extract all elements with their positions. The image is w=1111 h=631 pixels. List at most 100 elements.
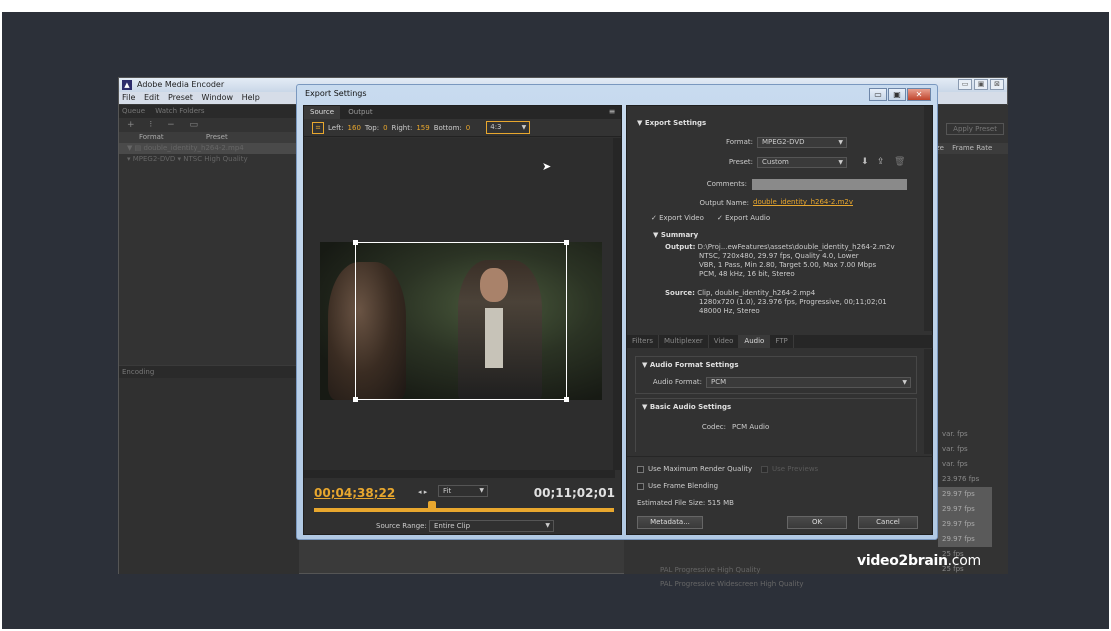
preset-select[interactable]: Custom — [757, 157, 847, 168]
format-label: Format: — [725, 138, 753, 146]
crop-box[interactable] — [353, 240, 569, 402]
menu-edit[interactable]: Edit — [144, 93, 160, 102]
list-item[interactable]: 29.97 fps — [938, 487, 992, 502]
menu-window[interactable]: Window — [201, 93, 233, 102]
aspect-ratio-select[interactable]: 4:3 — [486, 121, 531, 134]
source-range-select[interactable]: Entire Clip — [429, 520, 554, 532]
tab-output[interactable]: Output — [342, 106, 378, 119]
crop-handle[interactable] — [564, 240, 569, 245]
use-previews-checkbox[interactable]: Use Previews — [761, 465, 818, 473]
menu-help[interactable]: Help — [242, 93, 260, 102]
menu-preset[interactable]: Preset — [168, 93, 193, 102]
column-frame-rate[interactable]: Frame Rate — [952, 144, 992, 152]
tab-audio[interactable]: Audio — [739, 335, 771, 348]
tab-queue[interactable]: Queue — [122, 107, 145, 115]
list-item[interactable]: PAL Progressive High Quality — [660, 563, 803, 577]
comments-field[interactable] — [752, 179, 907, 190]
playhead-icon[interactable] — [428, 501, 436, 510]
tab-video[interactable]: Video — [709, 335, 740, 348]
tab-source[interactable]: Source — [304, 106, 341, 119]
maximize-icon[interactable]: ▣ — [888, 88, 906, 101]
summary-source-line: Clip, double_identity_h264-2.mp4 — [697, 289, 816, 297]
queue-toolbar[interactable]: + ⁝ − ▭ — [119, 118, 299, 132]
close-icon[interactable]: ✕ — [907, 88, 931, 101]
export-video-checkbox[interactable]: ✓ Export Video — [651, 214, 704, 222]
crop-left-value[interactable]: 160 — [348, 124, 361, 132]
tab-encoding[interactable]: Encoding — [119, 366, 299, 378]
watermark-suffix: .com — [947, 553, 981, 569]
crop-handle[interactable] — [564, 397, 569, 402]
export-settings-header[interactable]: ▼ Export Settings — [637, 119, 706, 127]
import-preset-icon[interactable]: ⇪ — [877, 157, 885, 167]
tab-watch-folders[interactable]: Watch Folders — [155, 107, 204, 115]
format-select[interactable]: MPEG2-DVD — [757, 137, 847, 148]
menu-file[interactable]: File — [122, 93, 135, 102]
audio-format-select[interactable]: PCM — [706, 377, 911, 388]
ok-button[interactable]: OK — [787, 516, 847, 529]
summary-output-line: NTSC, 720x480, 29.97 fps, Quality 4.0, L… — [699, 252, 859, 260]
summary-source: Source: Clip, double_identity_h264-2.mp4… — [665, 289, 887, 316]
tab-ftp[interactable]: FTP — [770, 335, 794, 348]
crop-handle[interactable] — [353, 397, 358, 402]
crop-right-value[interactable]: 159 — [416, 124, 429, 132]
output-name-label: Output Name: — [699, 199, 749, 207]
watermark-brand: video2brain — [857, 553, 948, 569]
queue-tabs: Queue Watch Folders — [119, 105, 299, 118]
cancel-button[interactable]: Cancel — [858, 516, 918, 529]
current-timecode[interactable]: 00;04;38;22 — [314, 486, 395, 500]
list-item[interactable]: PAL Progressive Widescreen High Quality — [660, 577, 803, 591]
audio-format-group: ▼ Audio Format Settings Audio Format: PC… — [635, 356, 917, 394]
vertical-scrollbar[interactable] — [613, 138, 621, 470]
list-item[interactable]: var. fps — [938, 457, 992, 472]
step-arrows-icon[interactable]: ◂ ▸ — [418, 488, 427, 496]
timeline-track[interactable] — [314, 508, 614, 512]
basic-audio-header[interactable]: ▼ Basic Audio Settings — [642, 403, 731, 411]
apply-preset-button[interactable]: Apply Preset — [946, 123, 1004, 135]
panel-menu-icon[interactable]: ≡ — [606, 107, 618, 117]
list-item[interactable]: var. fps — [938, 442, 992, 457]
encoding-panel: Encoding — [119, 366, 299, 574]
metadata-button[interactable]: Metadata... — [637, 516, 703, 529]
estimated-file-size: Estimated File Size: 515 MB — [637, 499, 734, 507]
crop-handle[interactable] — [353, 240, 358, 245]
output-name-link[interactable]: double_identity_h264-2.m2v — [753, 198, 853, 206]
delete-preset-icon[interactable]: 🗑 — [894, 157, 905, 167]
minimize-icon[interactable]: ▭ — [869, 88, 887, 101]
list-item[interactable]: 23.976 fps — [938, 472, 992, 487]
maximize-icon[interactable]: ▣ — [974, 79, 988, 90]
codec-label: Codec: — [701, 423, 726, 431]
summary-header[interactable]: ▼ Summary — [653, 231, 698, 239]
preset-columns: ize Frame Rate — [928, 143, 1008, 154]
export-audio-checkbox[interactable]: ✓ Export Audio — [717, 214, 770, 222]
crop-bottom-value[interactable]: 0 — [466, 124, 470, 132]
column-format[interactable]: Format — [139, 133, 164, 141]
crop-icon[interactable]: ⌗ — [312, 121, 324, 134]
list-item[interactable]: 29.97 fps — [938, 502, 992, 517]
close-icon[interactable]: ⊠ — [990, 79, 1004, 90]
frame-blending-checkbox[interactable]: Use Frame Blending — [637, 482, 718, 490]
summary-output-line: VBR, 1 Pass, Min 2.80, Target 5.00, Max … — [699, 261, 877, 269]
preset-names: PAL Progressive High Quality PAL Progres… — [660, 563, 803, 591]
queue-panel: Queue Watch Folders + ⁝ − ▭ Format Prese… — [119, 105, 299, 365]
audio-format-header[interactable]: ▼ Audio Format Settings — [642, 361, 739, 369]
save-preset-icon[interactable]: ⬇ — [861, 157, 869, 167]
settings-tabs: Filters Multiplexer Video Audio FTP — [627, 335, 933, 348]
crop-top-value[interactable]: 0 — [383, 124, 387, 132]
vertical-scrollbar[interactable] — [924, 349, 932, 454]
tab-multiplexer[interactable]: Multiplexer — [659, 335, 709, 348]
duration-timecode: 00;11;02;01 — [533, 486, 615, 500]
crop-toolbar: ⌗ Left: 160 Top: 0 Right: 159 Bottom: 0 … — [304, 119, 621, 137]
minimize-icon[interactable]: ▭ — [958, 79, 972, 90]
queue-row[interactable]: ▼ ▤ double_identity_h264-2.mp4 — [119, 143, 299, 154]
list-item[interactable]: var. fps — [938, 427, 992, 442]
vertical-scrollbar[interactable] — [924, 106, 932, 331]
max-render-quality-checkbox[interactable]: Use Maximum Render Quality — [637, 465, 752, 473]
timeline-controls: 00;04;38;22 ◂ ▸ Fit 00;11;02;01 Source R… — [304, 478, 621, 534]
zoom-select[interactable]: Fit — [438, 485, 488, 497]
horizontal-scrollbar[interactable] — [304, 470, 615, 478]
tab-filters[interactable]: Filters — [627, 335, 659, 348]
column-preset[interactable]: Preset — [206, 133, 228, 141]
queue-row[interactable]: ▾ MPEG2-DVD ▾ NTSC High Quality — [119, 154, 299, 165]
list-item[interactable]: 29.97 fps — [938, 532, 992, 547]
list-item[interactable]: 29.97 fps — [938, 517, 992, 532]
